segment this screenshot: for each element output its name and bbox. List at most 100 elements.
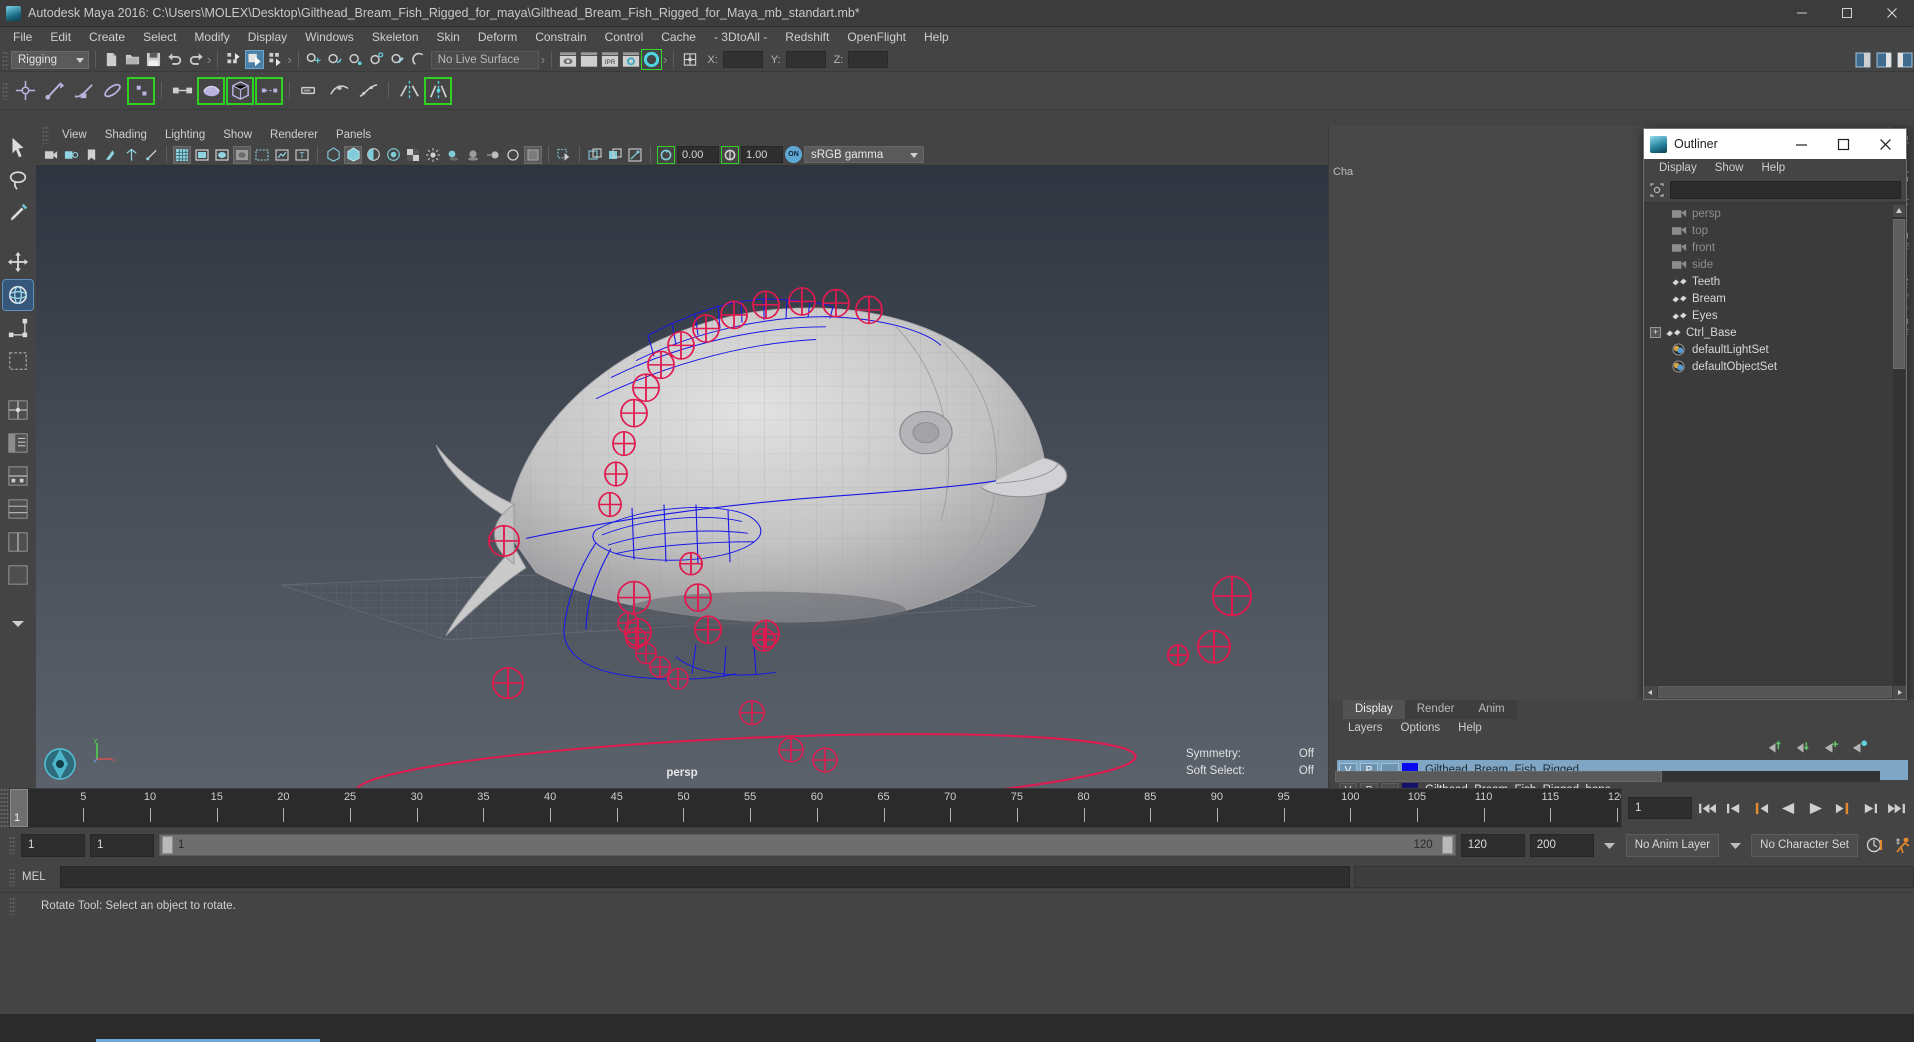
texture-display-icon[interactable] <box>404 146 422 164</box>
layout-four-view-button[interactable] <box>3 395 33 425</box>
window-close-button[interactable] <box>1869 0 1914 27</box>
outliner-menu-show[interactable]: Show <box>1706 159 1753 178</box>
gate-mask-icon[interactable] <box>233 145 251 164</box>
gamma-value-field[interactable]: 1.00 <box>741 146 783 163</box>
menu-select[interactable]: Select <box>134 27 185 48</box>
menu-openflight[interactable]: OpenFlight <box>838 27 915 48</box>
text-overlay-icon[interactable]: T <box>293 146 311 164</box>
play-backwards-icon[interactable] <box>1777 797 1800 820</box>
color-profile-selector[interactable]: sRGB gamma <box>804 146 924 163</box>
layer-editor-horizontal-scrollbar[interactable] <box>1335 771 1880 782</box>
step-back-keyframe-icon[interactable] <box>1723 797 1746 820</box>
motion-blur-icon[interactable] <box>484 146 502 164</box>
viewport-menu-panels[interactable]: Panels <box>327 126 380 144</box>
menu-constrain[interactable]: Constrain <box>526 27 595 48</box>
layout-persp-graph-button[interactable] <box>3 461 33 491</box>
gamma-enable-icon[interactable] <box>721 145 739 164</box>
outliner-menu-help[interactable]: Help <box>1753 159 1795 178</box>
animation-preferences-icon[interactable] <box>1863 834 1886 857</box>
render-settings-button[interactable] <box>621 50 640 69</box>
snap-to-view-plane-button[interactable] <box>389 50 408 69</box>
snap-to-curve-button[interactable] <box>326 50 345 69</box>
create-nurbs-curve-icon[interactable] <box>297 78 323 104</box>
lattice-deformer-icon[interactable] <box>226 76 254 105</box>
command-input-field[interactable] <box>60 866 1350 888</box>
move-tool-button[interactable] <box>3 247 33 277</box>
anim-layer-selector[interactable]: No Anim Layer <box>1625 833 1720 857</box>
bookmark-icon[interactable] <box>82 146 100 164</box>
save-scene-button[interactable] <box>144 50 163 69</box>
outliner-scroll-right-arrow-icon[interactable] <box>1893 685 1906 699</box>
tab-anim[interactable]: Anim <box>1466 700 1517 719</box>
exposure-tool-icon[interactable] <box>626 146 644 164</box>
parent-constraint-icon[interactable] <box>169 78 195 104</box>
create-joint-tool-icon[interactable] <box>12 78 38 104</box>
expand-toggle-icon[interactable]: + <box>1650 327 1661 338</box>
grid-toggle-icon[interactable] <box>173 145 191 164</box>
lasso-tool-button[interactable] <box>3 165 33 195</box>
layout-persp-outliner-button[interactable] <box>3 428 33 458</box>
step-forward-keyframe-icon[interactable] <box>1858 797 1881 820</box>
show-attribute-editor-button[interactable] <box>1874 50 1893 69</box>
show-channel-box-panel-button[interactable] <box>1853 50 1872 69</box>
viewport-menu-renderer[interactable]: Renderer <box>261 126 327 144</box>
current-time-indicator[interactable]: 1 <box>10 789 28 827</box>
outliner-tree[interactable]: persp top front side Teeth Bream Eyes + … <box>1644 202 1906 699</box>
z-coord-field[interactable] <box>848 51 889 68</box>
outliner-item-eyes[interactable]: Eyes <box>1644 307 1906 324</box>
range-slider[interactable]: 1 120 <box>159 834 1456 856</box>
outliner-item-default-object-set[interactable]: defaultObjectSet <box>1644 358 1906 375</box>
snap-to-point-button[interactable] <box>347 50 366 69</box>
paint-skin-weights-icon[interactable] <box>127 76 155 105</box>
go-to-start-icon[interactable] <box>1696 797 1719 820</box>
smooth-shading-icon[interactable] <box>344 145 362 164</box>
menu-edit[interactable]: Edit <box>41 27 80 48</box>
perspective-viewport[interactable]: y x Symmetry: Off Soft Select: Off persp <box>36 166 1328 788</box>
film-gate-mask-icon[interactable] <box>253 146 271 164</box>
outliner-title-bar[interactable]: Outliner <box>1644 129 1906 159</box>
blend-shape-icon[interactable] <box>197 76 225 105</box>
outliner-search-input[interactable] <box>1670 181 1901 199</box>
viewport-menu-shading[interactable]: Shading <box>96 126 156 144</box>
film-gate-icon[interactable] <box>193 146 211 164</box>
orient-joint-icon[interactable] <box>424 76 452 105</box>
ik-spline-handle-tool-icon[interactable] <box>70 78 96 104</box>
tab-render[interactable]: Render <box>1404 700 1467 719</box>
outliner-horizontal-scrollbar[interactable] <box>1644 685 1906 699</box>
layout-single-pane-button[interactable] <box>3 560 33 590</box>
outliner-item-default-light-set[interactable]: defaultLightSet <box>1644 341 1906 358</box>
xray-select-icon[interactable] <box>555 146 573 164</box>
outliner-maximize-button[interactable] <box>1822 129 1864 159</box>
outliner-scroll-up-arrow-icon[interactable] <box>1893 205 1905 217</box>
character-set-selector[interactable]: No Character Set <box>1751 833 1858 857</box>
show-tool-settings-button[interactable] <box>1895 50 1914 69</box>
menu-deform[interactable]: Deform <box>469 27 526 48</box>
snap-to-grid-button[interactable] <box>305 50 324 69</box>
outliner-item-front[interactable]: front <box>1644 239 1906 256</box>
two-sided-lighting-icon[interactable] <box>122 146 140 164</box>
playback-preferences-icon[interactable] <box>1891 834 1914 857</box>
range-start-field[interactable]: 1 <box>90 833 154 857</box>
insert-knot-icon[interactable] <box>326 78 352 104</box>
camera-attributes-icon[interactable] <box>62 146 80 164</box>
exposure-icon[interactable] <box>273 146 291 164</box>
select-by-object-type-button[interactable] <box>245 50 265 69</box>
outliner-item-bream[interactable]: Bream <box>1644 290 1906 307</box>
ik-handle-tool-icon[interactable] <box>41 78 67 104</box>
xray-joints-icon[interactable] <box>586 146 604 164</box>
menu-redshift[interactable]: Redshift <box>776 27 838 48</box>
scale-tool-button[interactable] <box>3 313 33 343</box>
open-scene-button[interactable] <box>123 50 142 69</box>
menu-help[interactable]: Help <box>915 27 958 48</box>
undo-button[interactable] <box>165 50 184 69</box>
outliner-scroll-left-arrow-icon[interactable] <box>1644 685 1657 699</box>
new-layer-from-selected-icon[interactable] <box>1851 739 1868 757</box>
help-line-grip[interactable] <box>9 896 16 915</box>
render-view-button[interactable] <box>558 50 577 69</box>
cluster-deformer-icon[interactable] <box>255 76 283 105</box>
select-camera-icon[interactable] <box>42 146 60 164</box>
make-live-button[interactable] <box>410 50 429 69</box>
command-language-label[interactable]: MEL <box>16 871 60 883</box>
snap-to-projected-center-button[interactable] <box>368 50 387 69</box>
resolution-gate-icon[interactable] <box>213 146 231 164</box>
